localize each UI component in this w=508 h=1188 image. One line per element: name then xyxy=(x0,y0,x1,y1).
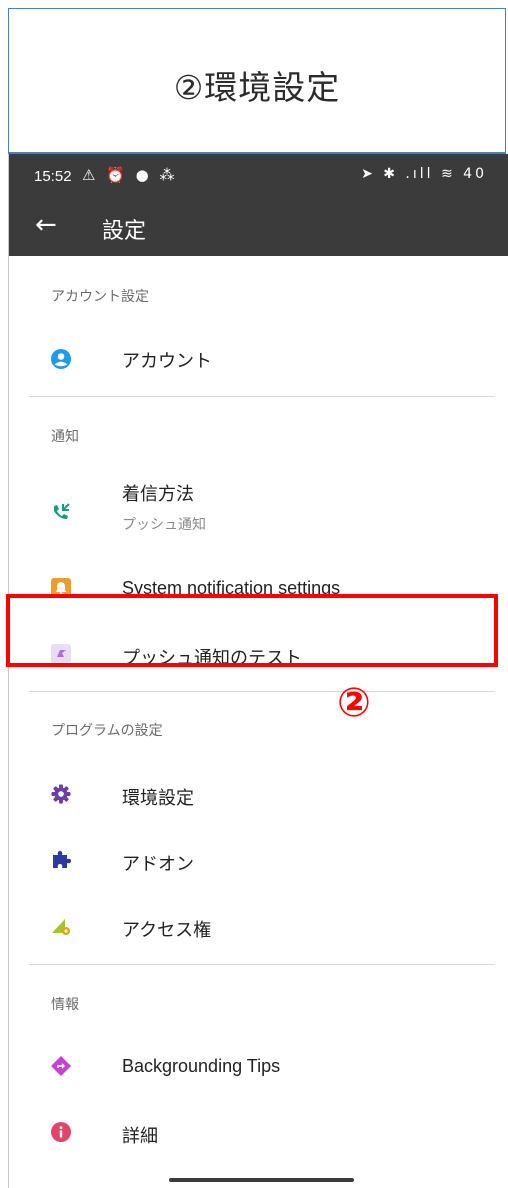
section-header-account: アカウント設定 xyxy=(51,289,149,305)
page-title: 設定 xyxy=(102,219,147,244)
callout-step-number: ② xyxy=(337,680,371,726)
highlight-box xyxy=(6,594,498,667)
settings-item-label: 着信方法 xyxy=(122,484,194,504)
settings-item-account[interactable]: アカウント xyxy=(9,326,508,386)
settings-item-summary: プッシュ通知 xyxy=(122,517,206,533)
puzzle-piece-icon xyxy=(53,851,71,868)
access-permission-icon xyxy=(52,919,70,935)
settings-item-label: アカウント xyxy=(122,351,212,371)
phone-screen: 15:52 ⚠ ⏰ ● ⁂ ➤ ✱ .ıll ≋ 40 ← 設定 アカウント設定… xyxy=(8,154,508,1188)
status-bar: 15:52 ⚠ ⏰ ● ⁂ ➤ ✱ .ıll ≋ 40 xyxy=(9,154,508,200)
divider xyxy=(29,691,495,692)
settings-item-incoming-method[interactable]: 着信方法 プッシュ通知 xyxy=(9,472,508,550)
gesture-nav-handle[interactable] xyxy=(169,1178,354,1182)
system-status-icons: ➤ ✱ .ıll ≋ 40 xyxy=(361,166,487,182)
info-icon xyxy=(51,1122,71,1142)
settings-item-label: アクセス権 xyxy=(122,920,212,940)
section-header-info: 情報 xyxy=(51,997,79,1013)
settings-item-backgrounding-tips[interactable]: Backgrounding Tips xyxy=(9,1036,508,1096)
divider xyxy=(29,396,495,397)
back-arrow-icon[interactable]: ← xyxy=(35,210,57,240)
settings-item-label: アドオン xyxy=(122,854,194,874)
notification-icons: ⚠ ⏰ ● ⁂ xyxy=(82,166,178,184)
settings-item-label: 詳細 xyxy=(122,1126,158,1146)
status-time: 15:52 xyxy=(34,168,72,185)
settings-item-addons[interactable]: アドオン xyxy=(9,830,508,890)
section-header-notification: 通知 xyxy=(51,429,79,445)
incoming-call-icon xyxy=(54,503,70,519)
annotation-banner: ②環境設定 xyxy=(8,8,506,154)
directions-diamond-icon xyxy=(51,1056,71,1076)
banner-title: ②環境設定 xyxy=(173,67,341,107)
divider xyxy=(29,964,495,965)
settings-item-access[interactable]: アクセス権 xyxy=(9,896,508,956)
section-header-program: プログラムの設定 xyxy=(51,723,163,739)
settings-item-label: Backgrounding Tips xyxy=(122,1056,281,1076)
settings-item-details[interactable]: 詳細 xyxy=(9,1102,508,1162)
settings-item-label: 環境設定 xyxy=(122,788,194,808)
gear-icon xyxy=(51,784,71,804)
app-bar: ← 設定 xyxy=(9,200,508,256)
settings-item-preferences[interactable]: 環境設定 xyxy=(9,764,508,824)
account-circle-icon xyxy=(51,349,71,369)
